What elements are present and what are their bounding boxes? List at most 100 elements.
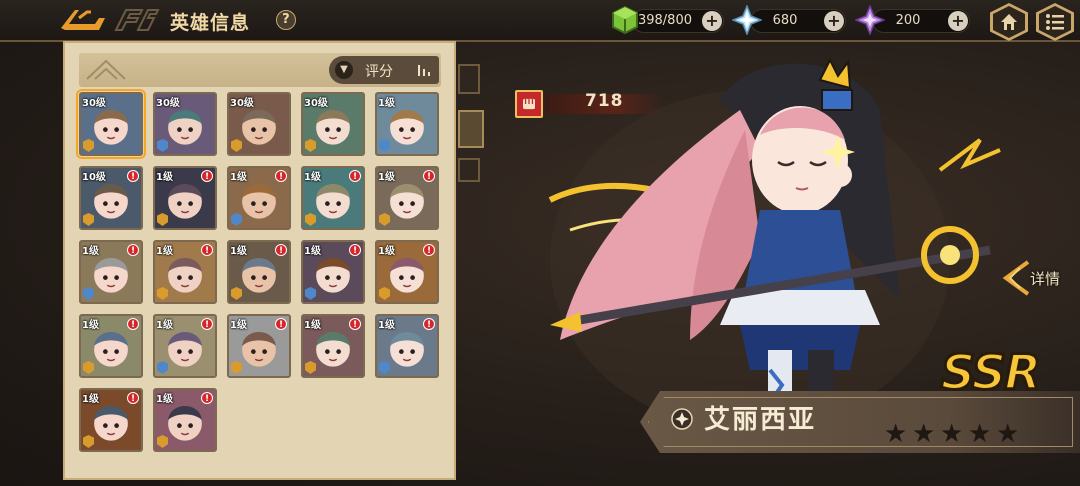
hero-level: 1级: [230, 172, 247, 183]
side-tab-1[interactable]: [458, 64, 480, 94]
fist-icon: [515, 90, 543, 118]
crystal-icon: [732, 5, 762, 35]
energy-cube-icon: [612, 5, 638, 35]
hero-name-plate: 艾丽西亚 ★ ★ ★ ★ ★: [640, 385, 1080, 457]
crystal-counter: 680 +: [750, 9, 846, 33]
hero-card[interactable]: 1级!: [375, 166, 439, 230]
top-bar: 英雄信息 ? 398/800 + 680 + 200 +: [0, 0, 1080, 42]
upgrade-alert-icon: !: [423, 318, 435, 330]
upgrade-alert-icon: !: [201, 392, 213, 404]
hero-level: 1级: [304, 246, 321, 257]
hero-card[interactable]: 1级!: [153, 166, 217, 230]
hero-card[interactable]: 1级!: [153, 388, 217, 452]
upgrade-alert-icon: !: [201, 318, 213, 330]
upgrade-alert-icon: !: [275, 318, 287, 330]
upgrade-alert-icon: !: [201, 170, 213, 182]
hero-level: 1级: [304, 172, 321, 183]
filter-icon[interactable]: ▼: [335, 61, 353, 79]
hero-card[interactable]: 1级: [375, 92, 439, 156]
upgrade-alert-icon: !: [127, 318, 139, 330]
hero-card[interactable]: 1级!: [153, 240, 217, 304]
hero-card[interactable]: 1级!: [227, 166, 291, 230]
home-icon: [1001, 14, 1017, 30]
hero-level: 1级: [230, 246, 247, 257]
hero-card[interactable]: 30级: [76, 89, 146, 159]
star-icon: ★: [940, 419, 964, 449]
hero-list-panel: ▼ 评分 30级 30级 30级 30级 1级 10级! 1级! 1级! 1级! 1级! 1级! 1级…: [63, 41, 456, 480]
star-icon: ★: [968, 419, 992, 449]
gem-icon: [855, 5, 885, 35]
hero-level: 1级: [378, 172, 395, 183]
upgrade-alert-icon: !: [349, 170, 361, 182]
detail-label: 详情: [1030, 270, 1061, 288]
hero-card[interactable]: 1级!: [227, 314, 291, 378]
hero-list-header: ▼ 评分: [79, 53, 441, 87]
hero-level: 30级: [304, 98, 328, 109]
panel-ornament-icon: [86, 59, 126, 80]
energy-counter: 398/800 +: [632, 9, 724, 33]
hero-card[interactable]: 1级!: [153, 314, 217, 378]
hero-class-icon: [671, 408, 693, 430]
hero-card[interactable]: 1级!: [375, 314, 439, 378]
back-button[interactable]: [55, 4, 111, 36]
game-logo-icon: [112, 4, 160, 36]
hero-info-screen: 英雄信息 ? 398/800 + 680 + 200 + ▼ 评分 30级 30…: [0, 0, 1080, 486]
hero-level: 1级: [156, 172, 173, 183]
hero-level: 30级: [82, 98, 106, 109]
energy-value: 398/800: [637, 13, 692, 28]
hero-card[interactable]: 1级!: [227, 240, 291, 304]
upgrade-alert-icon: !: [423, 244, 435, 256]
combat-power: 718: [515, 90, 665, 118]
add-gem-button[interactable]: +: [948, 11, 968, 31]
help-icon: ?: [282, 11, 290, 27]
star-icon: ★: [884, 419, 908, 449]
help-button[interactable]: ?: [271, 5, 301, 35]
hero-card[interactable]: 1级!: [375, 240, 439, 304]
hero-card[interactable]: 30级: [301, 92, 365, 156]
side-tab-2[interactable]: [458, 110, 484, 148]
hero-level: 1级: [156, 320, 173, 331]
hero-level: 10级: [82, 172, 106, 183]
upgrade-alert-icon: !: [127, 170, 139, 182]
hero-level: 30级: [156, 98, 180, 109]
sort-by-score-button[interactable]: ▼ 评分: [329, 56, 439, 84]
gem-counter: 200 +: [872, 9, 970, 33]
page-title: 英雄信息: [170, 12, 251, 34]
hero-level: 1级: [378, 320, 395, 331]
hero-level: 1级: [156, 394, 173, 405]
hero-level: 1级: [304, 320, 321, 331]
hero-level: 1级: [82, 394, 99, 405]
star-icon: ★: [996, 419, 1020, 449]
hero-card[interactable]: 1级!: [301, 314, 365, 378]
hero-card[interactable]: 1级!: [79, 240, 143, 304]
sort-order-icon: [418, 65, 430, 76]
menu-icon: [1046, 14, 1064, 30]
hero-card[interactable]: 1级!: [301, 166, 365, 230]
hero-level: 1级: [378, 98, 395, 109]
back-arrow-icon: [61, 10, 105, 30]
add-crystal-button[interactable]: +: [824, 11, 844, 31]
hero-detail-button[interactable]: 详情: [998, 250, 1078, 306]
detail-arrow-icon: [1002, 260, 1030, 296]
hero-card[interactable]: 1级!: [79, 314, 143, 378]
hero-name: 艾丽西亚: [704, 405, 817, 435]
home-button[interactable]: [990, 3, 1028, 41]
upgrade-alert-icon: !: [349, 318, 361, 330]
hero-card[interactable]: 1级!: [79, 388, 143, 452]
hero-card[interactable]: 1级!: [301, 240, 365, 304]
side-tab-3[interactable]: [458, 158, 480, 182]
hero-card[interactable]: 30级: [227, 92, 291, 156]
hero-level: 1级: [378, 246, 395, 257]
hero-card[interactable]: 30级: [153, 92, 217, 156]
add-energy-button[interactable]: +: [702, 11, 722, 31]
hero-card[interactable]: 10级!: [79, 166, 143, 230]
upgrade-alert-icon: !: [423, 170, 435, 182]
upgrade-alert-icon: !: [127, 244, 139, 256]
hero-level: 1级: [82, 320, 99, 331]
upgrade-alert-icon: !: [127, 392, 139, 404]
hero-level: 1级: [230, 320, 247, 331]
upgrade-alert-icon: !: [275, 244, 287, 256]
upgrade-alert-icon: !: [349, 244, 361, 256]
menu-button[interactable]: [1036, 3, 1074, 41]
upgrade-alert-icon: !: [201, 244, 213, 256]
